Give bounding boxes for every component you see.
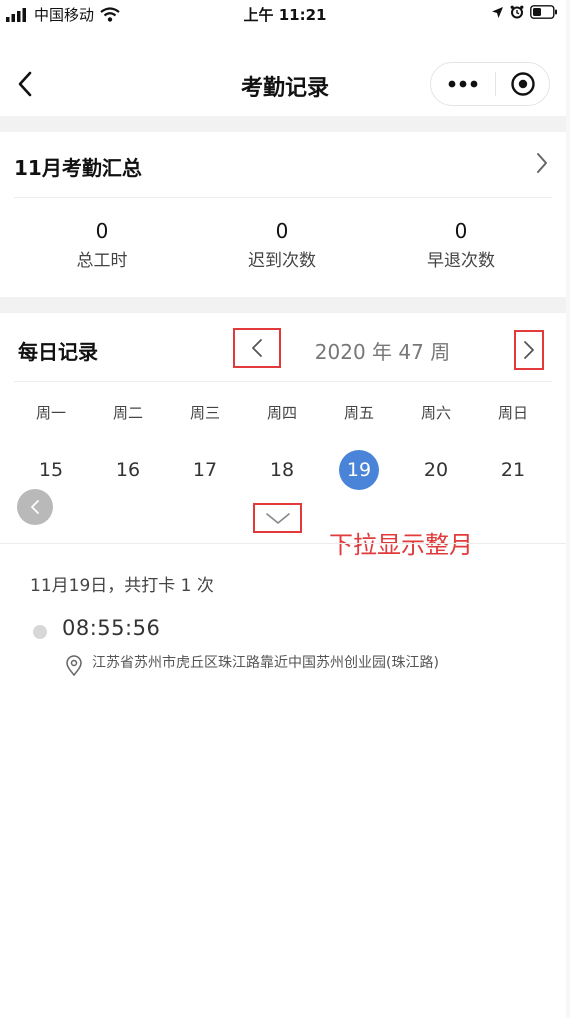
section-separator [0,297,570,313]
chevron-down-icon [265,513,290,524]
stat-label: 总工时 [76,251,128,271]
monthly-summary-header[interactable]: 11月考勤汇总 [0,132,570,196]
monthly-summary-title: 11月考勤汇总 [14,156,142,180]
location-arrow-icon [492,6,503,18]
weekday-label: 周日 [497,404,528,422]
expand-month-button[interactable] [253,503,302,533]
calendar-day[interactable]: 21 [493,450,533,490]
stat-value: 0 [275,219,289,243]
more-dots-icon [448,80,478,88]
close-miniprogram-button[interactable] [496,62,549,106]
weekday-label: 周三 [189,404,220,422]
divider [0,543,566,544]
stat-value: 0 [454,219,468,243]
weekday-label: 周五 [343,404,374,422]
target-close-icon [510,72,535,96]
calendar-day-selected[interactable]: 19 [339,450,379,490]
record-date-summary: 11月19日，共打卡 1 次 [30,576,214,596]
weekday-label: 周四 [266,404,297,422]
week-label: 2020 年 47 周 [314,340,451,364]
timeline-dot [33,625,47,639]
status-right [491,5,558,19]
calendar-day[interactable]: 16 [108,450,148,490]
more-menu-button[interactable] [431,62,495,106]
stat-early-leave-count: 0 早退次数 [381,218,541,272]
calendar-day[interactable]: 17 [185,450,225,490]
previous-week-button[interactable] [233,328,281,368]
divider [14,197,552,198]
chevron-left-icon [252,339,262,357]
stat-total-hours: 0 总工时 [22,218,182,272]
chevron-right-icon [524,341,534,359]
chevron-right-icon [537,153,547,173]
navigation-bar: 考勤记录 [0,44,570,124]
location-pin-icon [66,655,82,677]
next-week-button[interactable] [514,330,544,370]
status-bar: 中国移动 上午 11:21 [0,0,570,28]
miniprogram-capsule [430,62,550,106]
calendar-day[interactable]: 15 [31,450,71,490]
alarm-icon [510,5,524,19]
status-time: 上午 11:21 [243,6,327,24]
calendar-day[interactable]: 20 [416,450,456,490]
weekday-label: 周二 [112,404,143,422]
stat-label: 迟到次数 [248,251,316,271]
scroll-edge [566,0,570,1018]
chevron-left-icon [31,500,39,514]
daily-records-title: 每日记录 [18,340,98,364]
punch-address: 江苏省苏州市虎丘区珠江路靠近中国苏州创业园(珠江路) [92,655,439,671]
stat-late-count: 0 迟到次数 [202,218,362,272]
section-separator [0,116,570,132]
stat-label: 早退次数 [427,251,495,271]
weekday-label: 周六 [420,404,451,422]
scroll-back-button[interactable] [17,489,53,525]
battery-icon [530,5,557,19]
weekday-label: 周一 [35,404,66,422]
calendar-day[interactable]: 18 [262,450,302,490]
stat-value: 0 [95,219,109,243]
punch-time: 08:55:56 [62,616,161,640]
divider [14,381,552,382]
